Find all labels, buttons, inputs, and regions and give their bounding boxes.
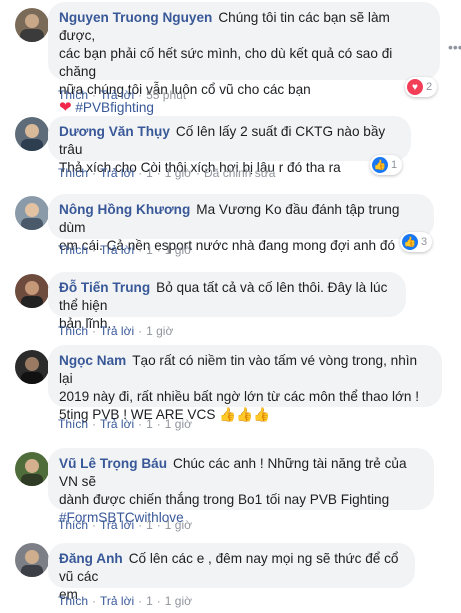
avatar[interactable] [15,274,49,308]
avatar[interactable] [15,8,49,42]
reply-count: 1 [146,594,153,608]
comment-bubble: Đăng Anh Cố lên các e , đêm nay mọi ng sẽ… [48,543,415,602]
more-options-icon[interactable]: ••• [448,38,461,56]
comment-bubble: Nông Hồng Khương Ma Vương Ko đầu đánh tập… [48,194,434,253]
comment-bubble: Ngọc Nam Tạo rất có niềm tin vào tấm vé v… [48,345,442,422]
avatar[interactable] [15,543,49,577]
comment-time[interactable]: 1 giờ [165,417,192,431]
comment-author[interactable]: Dương Văn Thụy [59,124,170,139]
comment-time[interactable]: 55 phút [146,88,186,102]
avatar[interactable] [15,350,49,384]
reaction-summary[interactable]: ♥ 2 [405,77,438,97]
comment-text: dành được chiến thắng trong Bo1 tối nay … [59,492,390,507]
comment-actions: Thích · Trả lời · 1 giờ [58,324,174,338]
comment-bubble: Dương Văn Thụy Cố lên lấy 2 suất đi CKTG … [48,116,411,175]
edited-label[interactable]: Đã chỉnh sửa [204,166,275,180]
like-link[interactable]: Thích [58,518,88,532]
hashtag-link[interactable]: #PVBfighting [75,100,154,115]
reaction-count: 2 [426,81,433,93]
reply-link[interactable]: Trả lời [100,243,134,257]
avatar[interactable] [15,117,49,151]
reply-link[interactable]: Trả lời [100,166,134,180]
reply-count: 1 [146,243,153,257]
reply-count: 1 [146,417,153,431]
like-link[interactable]: Thích [58,324,88,338]
comment-time[interactable]: 1 giờ [146,324,173,338]
reply-link[interactable]: Trả lời [100,518,134,532]
comment-actions: Thích · Trả lời · 1 · 1 giờ [58,594,193,608]
reply-link[interactable]: Trả lời [100,417,134,431]
comment-bubble: Vũ Lê Trọng Báu Chúc các anh ! Những tài … [48,448,434,525]
comment-author[interactable]: Vũ Lê Trọng Báu [59,456,167,471]
like-link[interactable]: Thích [58,243,88,257]
like-link[interactable]: Thích [58,594,88,608]
comment-text: các bạn phải cố hết sức mình, cho dù kết… [59,46,393,79]
comment-author[interactable]: Nguyen Truong Nguyen [59,10,212,25]
like-link[interactable]: Thích [58,417,88,431]
comment-time[interactable]: 1 giờ [165,594,192,608]
comment-bubble: Nguyen Truong Nguyen Chúng tôi tin các bạ… [48,2,440,116]
reaction-summary[interactable]: 👍 1 [370,155,403,175]
avatar[interactable] [15,196,49,230]
comment-actions: Thích · Trả lời · 1 · 1 giờ [58,243,193,257]
comment-bubble: Đỗ Tiến Trung Bỏ qua tất cả và cố lên thô… [48,272,406,331]
reply-link[interactable]: Trả lời [100,88,134,102]
comment-time[interactable]: 1 giờ [165,166,192,180]
like-reaction-icon: 👍 [402,234,418,250]
comment-actions: Thích · Trả lời · 1 · 1 giờ · Đã chỉnh sửa [58,166,276,180]
like-reaction-icon: 👍 [372,157,388,173]
reaction-summary[interactable]: 👍 3 [400,232,433,252]
reply-count: 1 [146,166,153,180]
comment-author[interactable]: Nông Hồng Khương [59,202,190,217]
reply-count: 1 [146,518,153,532]
comment-author[interactable]: Đăng Anh [59,551,123,566]
reaction-count: 3 [421,236,428,248]
comment-time[interactable]: 1 giờ [165,518,192,532]
comment-text: 2019 này đi, rất nhiều bất ngờ lớn từ cá… [59,389,420,404]
comment-author[interactable]: Ngọc Nam [59,353,126,368]
comment-actions: Thích · Trả lời · 1 · 1 giờ [58,417,193,431]
comment-time[interactable]: 1 giờ [165,243,192,257]
reaction-count: 1 [391,159,398,171]
reply-link[interactable]: Trả lời [100,324,134,338]
like-link[interactable]: Thích [58,166,88,180]
avatar[interactable] [15,452,49,486]
comment-author[interactable]: Đỗ Tiến Trung [59,280,150,295]
comment-actions: Thích · Trả lời · 1 · 1 giờ [58,518,193,532]
like-link[interactable]: Thích [58,88,88,102]
reply-link[interactable]: Trả lời [100,594,134,608]
love-reaction-icon: ♥ [407,79,423,95]
comment-actions: Thích · Trả lời · 55 phút [58,88,187,102]
